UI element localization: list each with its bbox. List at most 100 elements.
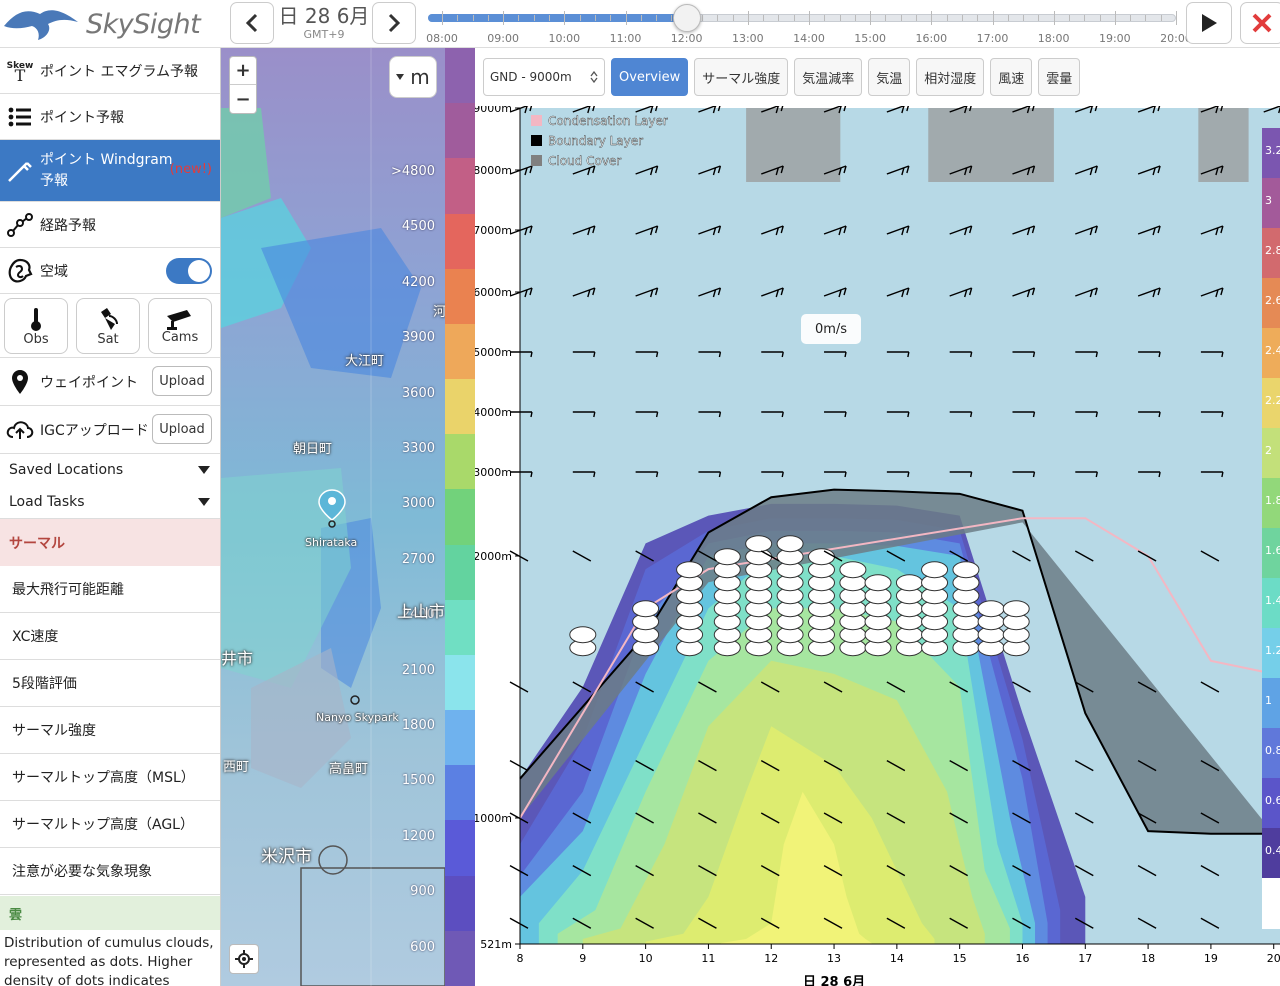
time-tick-label[interactable]: 15:00 (850, 32, 890, 45)
close-icon (1252, 13, 1272, 33)
time-tick-label[interactable]: 08:00 (422, 32, 462, 45)
sat-button[interactable]: Sat (76, 298, 140, 354)
tab-0[interactable]: Overview (611, 58, 689, 96)
igc-upload-button[interactable]: Upload (152, 414, 212, 444)
saved-locations-dropdown[interactable]: Saved Locations (0, 454, 220, 486)
y-tick-label: 3000m (475, 466, 512, 479)
menu-route-forecast[interactable]: 経路予報 (0, 202, 220, 248)
time-minor-tick (824, 15, 826, 21)
tab-3[interactable]: 気温 (868, 58, 911, 96)
height-range-select[interactable]: GND - 9000m (483, 58, 605, 96)
chart-colorbar-label: 0 (1265, 894, 1272, 907)
tab-2[interactable]: 気温減率 (794, 58, 863, 96)
time-minor-tick (640, 15, 642, 21)
satellite-icon (101, 307, 118, 330)
list-icon (6, 103, 34, 131)
unit-toggle-button[interactable]: m (389, 56, 437, 98)
menu-waypoint: ウェイポイント Upload (0, 358, 220, 406)
thermal-item[interactable]: サーマルトップ高度（MSL） (0, 754, 220, 801)
time-tick-label[interactable]: 09:00 (483, 32, 523, 45)
obs-button[interactable]: Obs (4, 298, 68, 354)
unit-label: m (410, 65, 430, 89)
menu-point-forecast[interactable]: ポイント予報 (0, 94, 220, 140)
thermal-item[interactable]: サーマル強度 (0, 707, 220, 754)
time-minor-tick (717, 15, 719, 21)
x-tick-label: 15 (953, 952, 967, 965)
time-slider-knob[interactable] (672, 4, 701, 32)
sat-label: Sat (97, 331, 119, 347)
cloud-cover-block (746, 108, 841, 182)
menu-label: 経路予報 (40, 217, 96, 234)
map-legend-value: 2100 (401, 662, 435, 678)
map-legend-value: 1200 (401, 828, 435, 844)
thermal-item[interactable]: XC速度 (0, 613, 220, 660)
time-tick-label[interactable]: 16:00 (911, 32, 951, 45)
time-tick-label[interactable]: 17:00 (973, 32, 1013, 45)
tab-4[interactable]: 相対湿度 (916, 58, 985, 96)
thermal-item[interactable]: 5段階評価 (0, 660, 220, 707)
x-tick-label: 12 (764, 952, 778, 965)
menu-point-windgram[interactable]: ポイント Windgram 予報 (new!) (0, 140, 220, 202)
thermal-item[interactable]: サーマルトップ高度（AGL） (0, 801, 220, 848)
place-label: Shirataka (305, 536, 358, 549)
map-marker-icon[interactable] (317, 488, 347, 528)
colorbar-segment (445, 599, 475, 656)
date-display[interactable]: 日 28 6月 GMT+9 (276, 4, 372, 46)
zoom-control: + − (229, 56, 257, 114)
cams-button[interactable]: Cams (148, 298, 212, 354)
time-tick-label[interactable]: 18:00 (1034, 32, 1074, 45)
obs-label: Obs (23, 331, 49, 347)
app-logo: SkySight (2, 2, 222, 46)
play-button[interactable] (1186, 2, 1232, 44)
zoom-out-button[interactable]: − (230, 85, 256, 113)
chart-colorbar-label: 2 (1265, 444, 1272, 457)
airspace-toggle[interactable] (166, 258, 212, 284)
map-view[interactable]: + − m >4800 4500 4200 3900 3600 3300 3000 2700 2… (221, 48, 445, 986)
time-slider[interactable]: 08:00 09:00 10:00 11:00 12:00 13:00 14:00 15:00… (426, 4, 1192, 45)
date-label: 日 28 6月 (278, 4, 370, 28)
time-tick-label[interactable]: 12:00 (667, 32, 707, 45)
time-minor-tick (656, 15, 658, 21)
tab-1[interactable]: サーマル強度 (694, 58, 789, 96)
time-tick (442, 11, 443, 25)
windgram-chart[interactable]: 521m 1000m 2000m 3000m 4000m 5000m 6000m 7000m 8… (475, 106, 1280, 986)
time-minor-tick (610, 15, 612, 21)
cloud-cover-block (1198, 108, 1249, 182)
place-label: 河 (433, 305, 445, 320)
next-day-button[interactable] (372, 2, 416, 44)
waypoint-upload-button[interactable]: Upload (152, 366, 212, 396)
x-tick-label: 19 (1204, 952, 1218, 965)
x-tick-label: 13 (827, 952, 841, 965)
time-tick-label[interactable]: 14:00 (789, 32, 829, 45)
cumulus-cloud-icon (895, 574, 923, 592)
time-tick-label[interactable]: 11:00 (606, 32, 646, 45)
zoom-in-button[interactable]: + (230, 57, 256, 85)
route-icon (6, 211, 34, 239)
prev-day-button[interactable] (230, 2, 274, 44)
locate-button[interactable] (229, 944, 259, 974)
thermal-section-header[interactable]: サーマル (0, 518, 220, 566)
skypark-marker-icon[interactable] (349, 694, 361, 706)
legend-swatch (531, 135, 542, 146)
close-button[interactable] (1240, 2, 1280, 44)
colorbar-segment (445, 489, 475, 546)
legend-label: Cloud Cover (548, 154, 621, 168)
cloud-section-header[interactable]: 雲 (0, 896, 220, 930)
tab-5[interactable]: 風速 (990, 58, 1033, 96)
menu-label: ウェイポイント (40, 374, 138, 391)
thermal-item[interactable]: 注意が必要な気象現象 (0, 848, 220, 895)
caret-down-icon (198, 498, 210, 506)
time-tick-label[interactable]: 10:00 (544, 32, 584, 45)
menu-point-emagram[interactable]: Skew T ポイント エマグラム予報 (0, 48, 220, 94)
skew-t-icon: Skew T (6, 60, 34, 85)
load-tasks-dropdown[interactable]: Load Tasks (0, 486, 220, 518)
time-minor-tick (916, 15, 918, 21)
legend-swatch (531, 155, 542, 166)
time-tick-label[interactable]: 13:00 (728, 32, 768, 45)
thermal-item[interactable]: 最大飛行可能距離 (0, 566, 220, 613)
tab-6[interactable]: 雲量 (1038, 58, 1081, 96)
camera-icon (167, 309, 191, 330)
time-tick-label[interactable]: 19:00 (1095, 32, 1135, 45)
time-minor-tick (1084, 15, 1086, 21)
chart-colorbar-label: 1.2 (1265, 644, 1280, 657)
